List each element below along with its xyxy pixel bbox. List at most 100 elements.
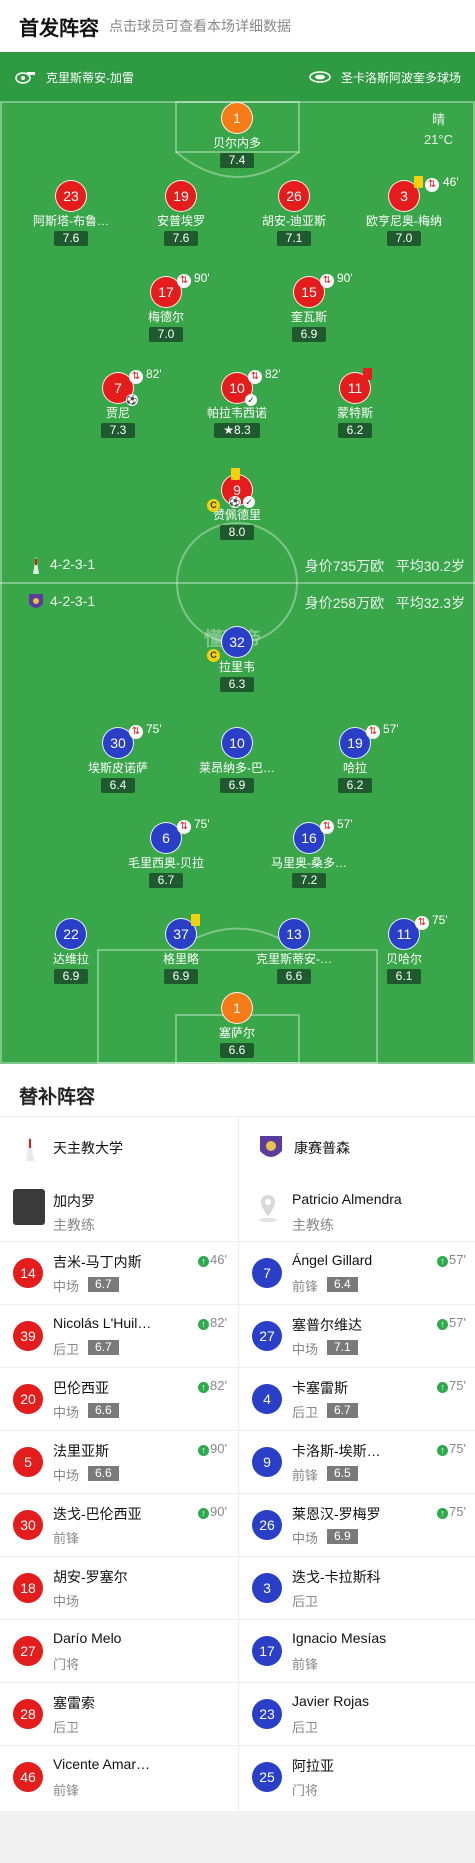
sub-name: 卡塞雷斯 (292, 1380, 348, 1396)
player-number: 22 (55, 918, 87, 950)
player-rating: 6.2 (337, 778, 373, 793)
home-subs-column: 天主教大学 加内罗 主教练 14 吉米-马丁内斯 中场 6.7 ↑ 46' 39 … (0, 1117, 237, 1812)
sub-row[interactable]: 14 吉米-马丁内斯 中场 6.7 ↑ 46' (0, 1241, 237, 1304)
home-player[interactable]: 3 ⇅ 46' 欧亨尼奥-梅纳 7.0 (339, 175, 469, 247)
sub-row[interactable]: 39 Nicolás L'Huil… 后卫 6.7 ↑ 82' (0, 1304, 237, 1367)
sub-in-time: ↑ 75' (437, 1441, 466, 1456)
home-player[interactable]: 9 C ⚽ ✓ 赞佩德里 8.0 (172, 468, 302, 541)
player-rating: 7.1 (276, 231, 312, 246)
player-rating: 7.0 (148, 327, 184, 342)
player-number: 13 (278, 918, 310, 950)
home-coach-row[interactable]: 加内罗 主教练 (0, 1179, 237, 1241)
sub-row[interactable]: 7 Ángel Gillard 前锋 6.4 ↑ 57' (239, 1241, 475, 1304)
sub-row[interactable]: 27 Darío Melo 门将 (0, 1619, 237, 1682)
away-player[interactable]: 16 ⇅ 57' 马里奥-桑多… 7.2 (244, 817, 374, 889)
sub-row[interactable]: 27 塞普尔维达 中场 7.1 ↑ 57' (239, 1304, 475, 1367)
sub-name: 塞雷索 (53, 1695, 95, 1711)
away-player[interactable]: 32 C 拉里韦 6.3 (172, 626, 302, 693)
sub-row[interactable]: 5 法里亚斯 中场 6.6 ↑ 90' (0, 1430, 237, 1493)
sub-number: 30 (13, 1510, 43, 1540)
sub-row[interactable]: 28 塞雷索 后卫 (0, 1682, 237, 1745)
away-player[interactable]: 37 格里略 6.9 (116, 914, 246, 985)
rating-value: 8.3 (234, 423, 251, 437)
player-name: 安普埃罗 (156, 214, 205, 228)
captain-icon: C (207, 649, 220, 662)
coach-name: Patricio Almendra (292, 1191, 402, 1207)
away-team-row[interactable]: 康赛普森 (239, 1117, 475, 1179)
home-player-gk[interactable]: 1 贝尔内多 7.4 (172, 102, 302, 169)
away-player[interactable]: 11 ⇅ 75' 贝哈尔 6.1 (339, 913, 469, 985)
sub-in-icon: ↑ (437, 1256, 449, 1267)
player-name: 奎瓦斯 (290, 310, 327, 324)
away-player-gk[interactable]: 1 塞萨尔 6.6 (172, 992, 302, 1059)
sub-position: 前锋 (53, 1531, 80, 1546)
sub-position: 中场 (53, 1405, 80, 1420)
away-formation: 4-2-3-1 (50, 593, 96, 609)
home-player[interactable]: 7 ⇅ 82' ⚽ 贾尼 7.3 (53, 367, 183, 439)
sub-name: 法里亚斯 (53, 1443, 109, 1459)
sub-name: Darío Melo (53, 1630, 122, 1646)
captain-icon: C (207, 499, 220, 512)
sub-row[interactable]: 20 巴伦西亚 中场 6.6 ↑ 82' (0, 1367, 237, 1430)
away-coach-row[interactable]: Patricio Almendra 主教练 (239, 1179, 475, 1241)
sub-position: 前锋 (53, 1783, 80, 1798)
sub-rating: 6.7 (327, 1403, 358, 1418)
away-player[interactable]: 19 ⇅ 57' 哈拉 6.2 (290, 722, 420, 794)
away-player[interactable]: 30 ⇅ 75' 埃斯皮诺萨 6.4 (53, 722, 183, 794)
away-player[interactable]: 10 莱昂纳多-巴… 6.9 (172, 727, 302, 794)
player-rating: 6.6 (276, 969, 312, 984)
away-team-logo-icon (260, 1136, 282, 1157)
home-player[interactable]: 10 ⇅ 82' ✓ 帕拉韦西诺 ★8.3 (172, 367, 302, 439)
home-player[interactable]: 17 ⇅ 90' 梅德尔 7.0 (101, 271, 231, 343)
away-subs-column: 康赛普森 Patricio Almendra 主教练 7 Ángel Gilla… (238, 1117, 475, 1812)
player-number: 26 (278, 180, 310, 212)
player-number: 23 (55, 180, 87, 212)
home-player[interactable]: 11 蒙特斯 6.2 (290, 368, 420, 439)
sub-in-icon: ↑ (198, 1256, 210, 1267)
sub-position: 后卫 (53, 1720, 80, 1735)
sub-position: 前锋 (292, 1468, 319, 1483)
player-name: 埃斯皮诺萨 (87, 761, 148, 775)
player-rating: 7.2 (291, 873, 327, 888)
away-formation-row: 4-2-3-1 身价258万欧 平均32.3岁 (0, 590, 475, 614)
sub-in-icon: ↑ (437, 1508, 449, 1519)
sub-row[interactable]: 26 莱恩汉-罗梅罗 中场 6.9 ↑ 75' (239, 1493, 475, 1556)
sub-row[interactable]: 18 胡安-罗塞尔 中场 (0, 1556, 237, 1619)
sub-row[interactable]: 9 卡洛斯-埃斯… 前锋 6.5 ↑ 75' (239, 1430, 475, 1493)
sub-row[interactable]: 23 Javier Rojas 后卫 (239, 1682, 475, 1745)
goal-ball-icon: ⚽ (126, 394, 138, 406)
sub-rating: 6.4 (327, 1277, 358, 1292)
away-player[interactable]: 6 ⇅ 75' 毛里西奥-贝拉 6.7 (101, 817, 231, 889)
sub-number: 7 (252, 1258, 282, 1288)
sub-in-time: ↑ 75' (437, 1504, 466, 1519)
home-player[interactable]: 19 安普埃罗 7.6 (116, 180, 246, 247)
player-number: 19 (165, 180, 197, 212)
home-player[interactable]: 15 ⇅ 90' 奎瓦斯 6.9 (244, 271, 374, 343)
sub-in-icon: ↑ (198, 1508, 210, 1519)
sub-position: 中场 (53, 1594, 80, 1609)
sub-row[interactable]: 30 迭戈-巴伦西亚 前锋 ↑ 90' (0, 1493, 237, 1556)
player-rating: 6.9 (163, 969, 199, 984)
home-formation-row: 4-2-3-1 身价735万欧 平均30.2岁 (0, 553, 475, 577)
player-rating: 7.3 (100, 423, 136, 438)
player-name: 贝尔内多 (212, 136, 261, 150)
sub-out-icon: ⇅ (320, 820, 334, 834)
sub-row[interactable]: 4 卡塞雷斯 后卫 6.7 ↑ 75' (239, 1367, 475, 1430)
sub-in-icon: ↑ (198, 1445, 210, 1456)
yellow-card-icon (414, 176, 423, 188)
player-number: 1 (221, 992, 253, 1024)
sub-name: Ángel Gillard (292, 1252, 373, 1268)
player-rating: 7.6 (163, 231, 199, 246)
home-team-logo-icon (26, 1135, 34, 1161)
sub-row[interactable]: 17 Ignacio Mesías 前锋 (239, 1619, 475, 1682)
sub-name: 卡洛斯-埃斯… (292, 1443, 381, 1459)
sub-number: 23 (252, 1699, 282, 1729)
sub-row[interactable]: 3 迭戈-卡拉斯科 后卫 (239, 1556, 475, 1619)
sub-position: 门将 (292, 1783, 319, 1798)
sub-row[interactable]: 25 阿拉亚 门将 (239, 1745, 475, 1808)
player-rating: ★8.3 (214, 423, 260, 438)
sub-in-icon: ↑ (198, 1382, 210, 1393)
sub-row[interactable]: 46 Vicente Amar… 前锋 (0, 1745, 237, 1808)
home-team-row[interactable]: 天主教大学 (0, 1117, 237, 1179)
sub-position: 后卫 (53, 1342, 80, 1357)
